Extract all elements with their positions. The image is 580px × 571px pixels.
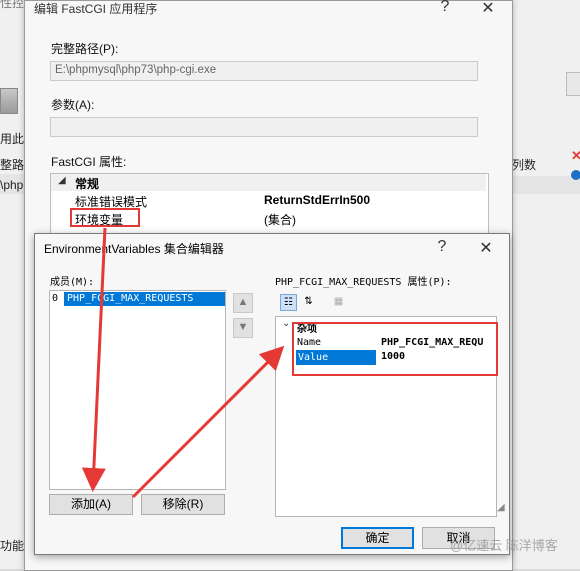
arrow-env-to-add [81, 227, 107, 492]
arrow-add-to-props [131, 345, 285, 499]
annotation-arrows [81, 227, 285, 499]
watermark: @亿速云 陈洋博客 [450, 538, 558, 553]
